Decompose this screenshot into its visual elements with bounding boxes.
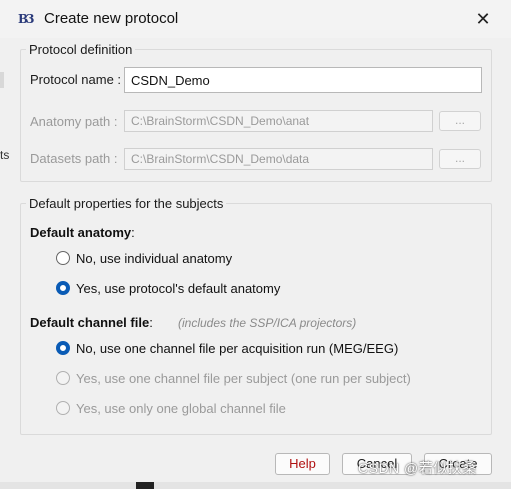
protocol-name-input[interactable] bbox=[124, 67, 482, 93]
help-button[interactable]: Help bbox=[275, 453, 330, 475]
datasets-browse-button: ... bbox=[439, 149, 481, 169]
anatomy-path-field: C:\BrainStorm\CSDN_Demo\anat bbox=[124, 110, 433, 132]
anatomy-browse-button: ... bbox=[439, 111, 481, 131]
default-channel-heading-colon: : bbox=[149, 315, 153, 330]
radio-button-icon[interactable] bbox=[56, 251, 70, 265]
radio-channel-per-subject: Yes, use one channel file per subject (o… bbox=[56, 368, 411, 388]
channel-hint: (includes the SSP/ICA projectors) bbox=[178, 316, 357, 330]
radio-button-selected-icon[interactable] bbox=[56, 341, 70, 355]
window-title: Create new protocol bbox=[44, 10, 179, 27]
radio-label: Yes, use only one global channel file bbox=[76, 400, 286, 416]
radio-button-disabled-icon bbox=[56, 401, 70, 415]
brainstorm-app-icon: B3 bbox=[18, 12, 35, 26]
radio-channel-per-run[interactable]: No, use one channel file per acquisition… bbox=[56, 338, 398, 358]
background-window-edge bbox=[0, 72, 4, 88]
default-channel-heading-text: Default channel file bbox=[30, 315, 150, 330]
protocol-name-label: Protocol name : bbox=[30, 72, 122, 87]
datasets-path-field: C:\BrainStorm\CSDN_Demo\data bbox=[124, 148, 433, 170]
radio-anatomy-individual[interactable]: No, use individual anatomy bbox=[56, 248, 232, 268]
radio-anatomy-default[interactable]: Yes, use protocol's default anatomy bbox=[56, 278, 280, 298]
default-anatomy-heading: Default anatomy: bbox=[30, 225, 135, 240]
anatomy-path-label: Anatomy path : bbox=[30, 114, 118, 129]
radio-label: No, use individual anatomy bbox=[76, 250, 233, 266]
background-window-text: ts bbox=[0, 148, 10, 162]
radio-button-selected-icon[interactable] bbox=[56, 281, 70, 295]
title-bar[interactable]: B3 Create new protocol ✕ bbox=[0, 0, 511, 38]
radio-label: No, use one channel file per acquisition… bbox=[76, 340, 399, 356]
radio-channel-global: Yes, use only one global channel file bbox=[56, 398, 286, 418]
csdn-watermark: CSDN @若似扶桑 bbox=[358, 460, 477, 476]
radio-button-disabled-icon bbox=[56, 371, 70, 385]
radio-label: Yes, use one channel file per subject (o… bbox=[76, 370, 411, 386]
default-channel-heading: Default channel file: bbox=[30, 315, 153, 330]
close-icon[interactable]: ✕ bbox=[464, 2, 502, 36]
taskbar-strip bbox=[0, 482, 511, 489]
datasets-path-label: Datasets path : bbox=[30, 151, 118, 166]
default-anatomy-heading-colon: : bbox=[131, 225, 135, 240]
default-anatomy-heading-text: Default anatomy bbox=[30, 225, 132, 240]
dialog-window: B3 Create new protocol ✕ ts Protocol def… bbox=[0, 0, 511, 489]
protocol-definition-legend: Protocol definition bbox=[29, 42, 133, 57]
radio-label: Yes, use protocol's default anatomy bbox=[76, 280, 281, 296]
default-properties-legend: Default properties for the subjects bbox=[29, 196, 224, 211]
taskbar-item bbox=[136, 482, 154, 489]
